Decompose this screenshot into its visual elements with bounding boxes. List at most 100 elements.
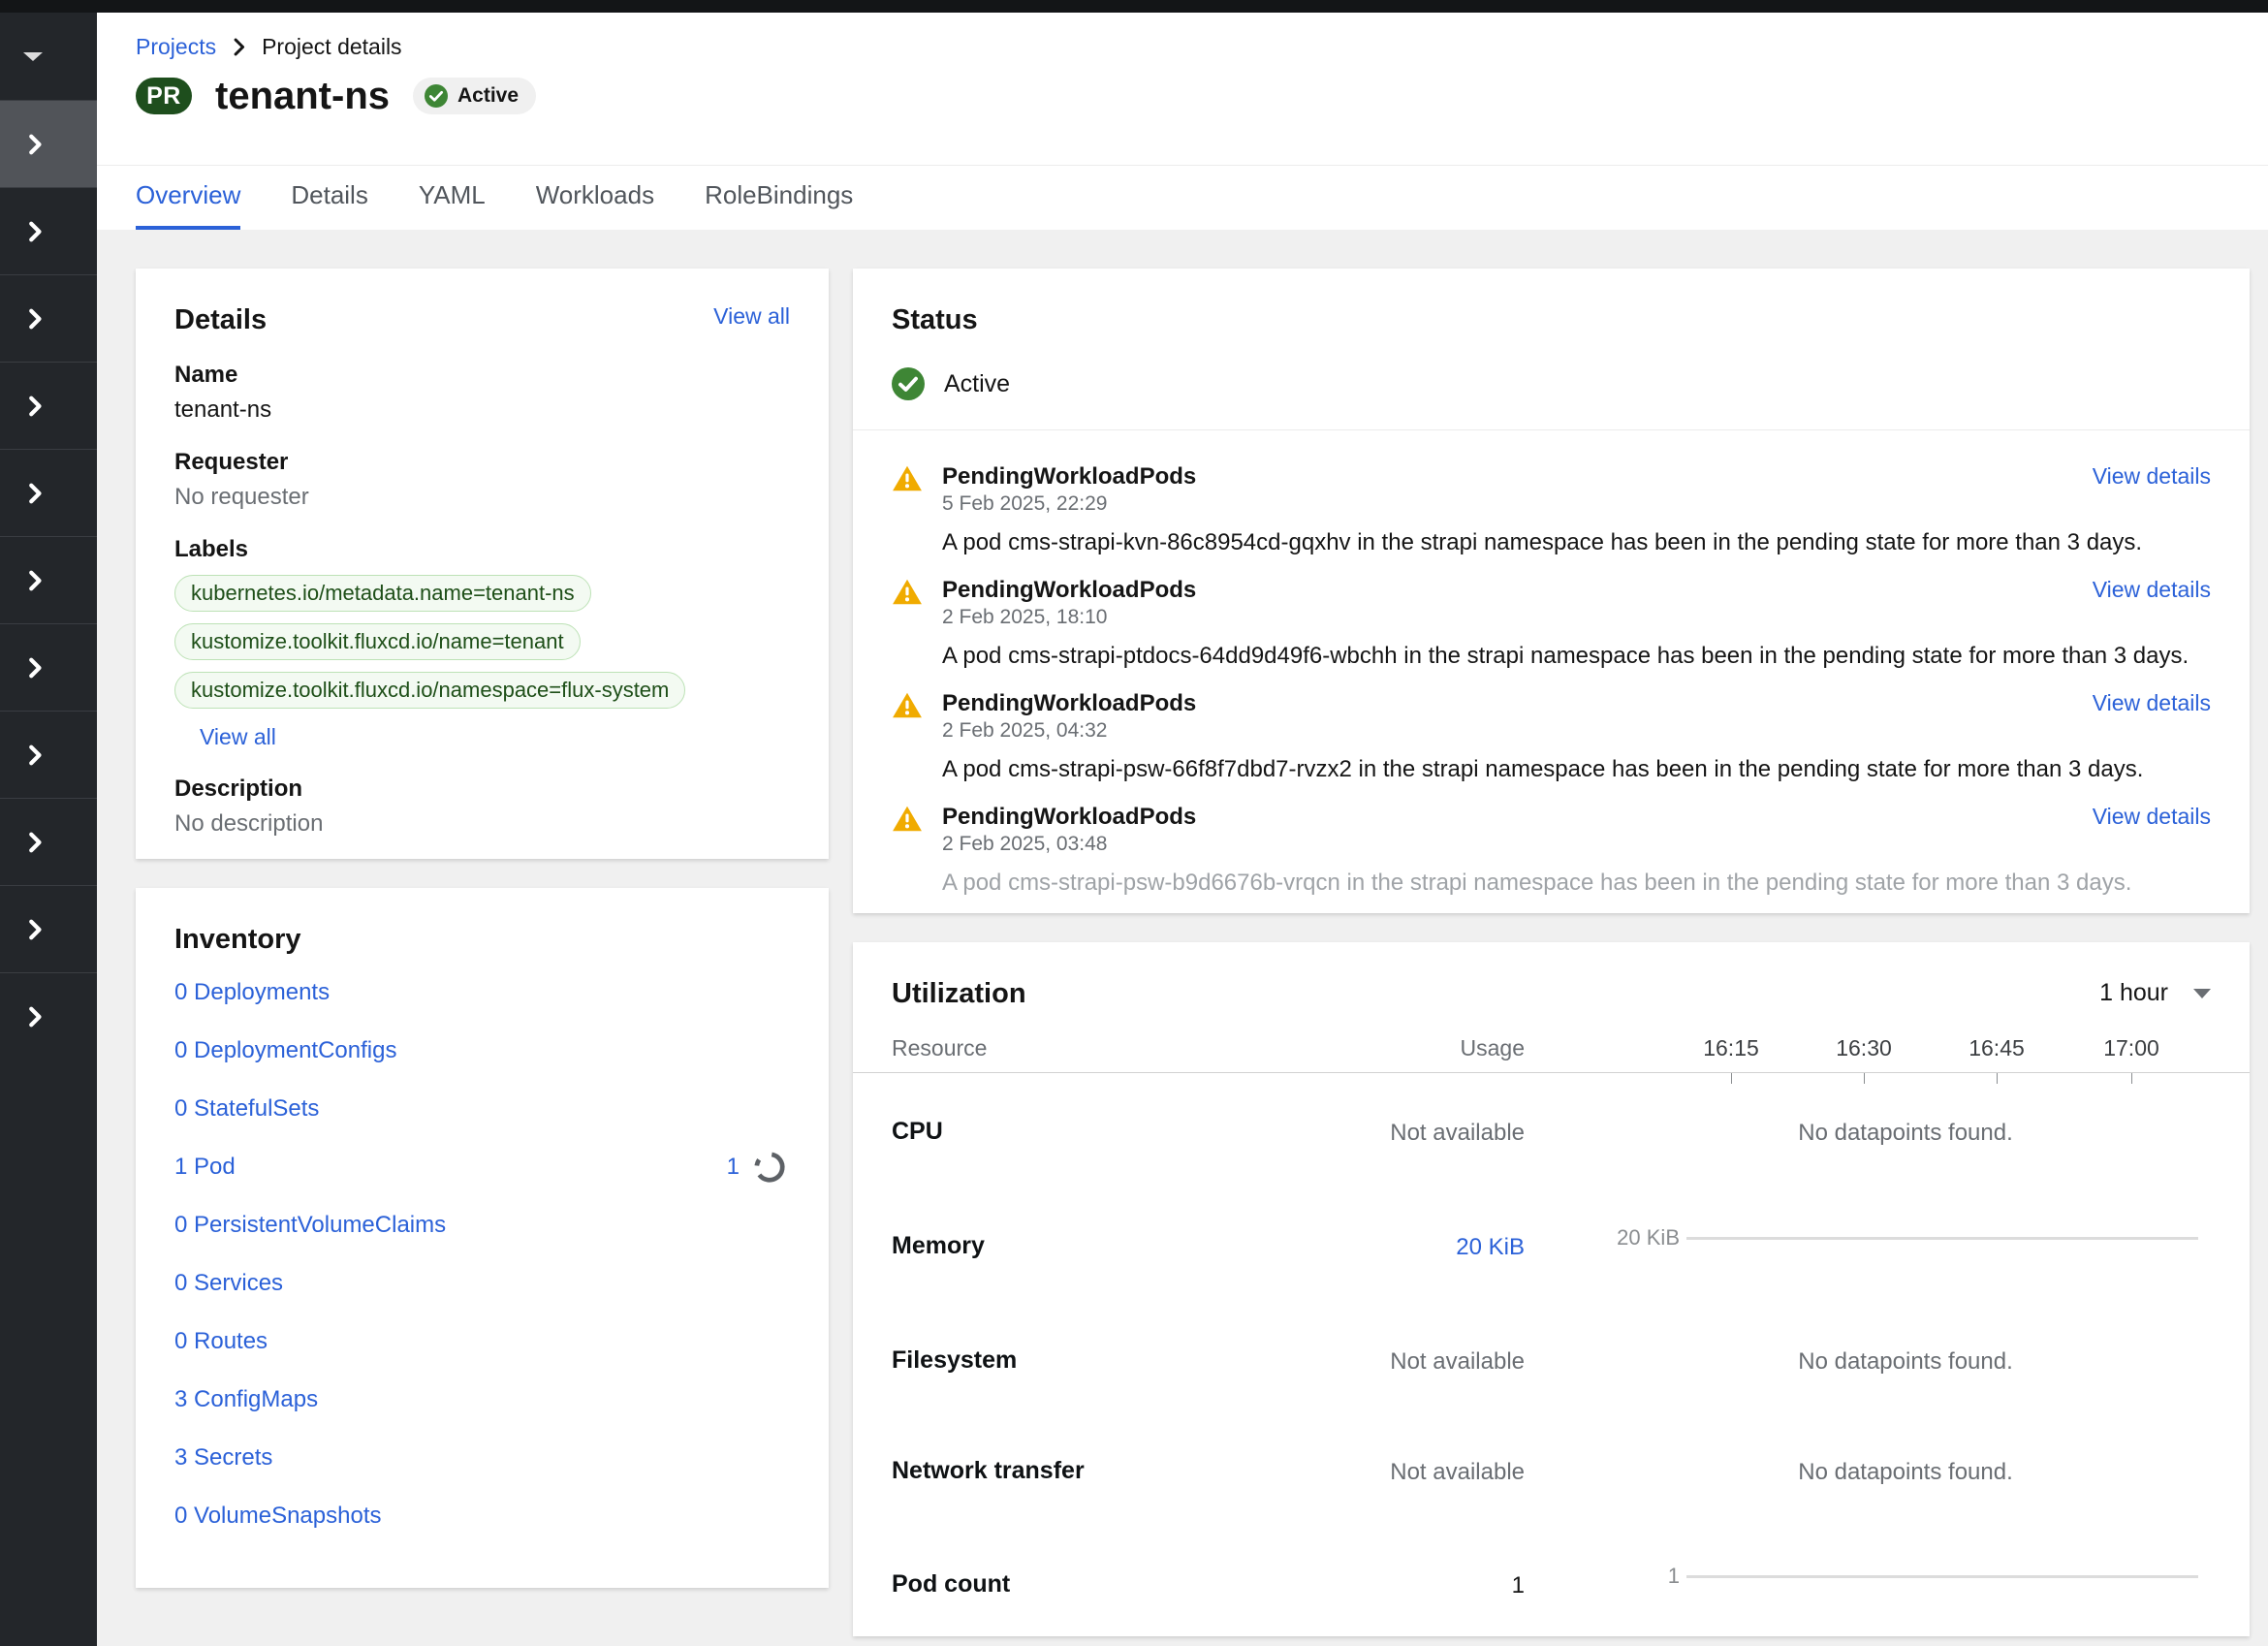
alert-timestamp: 2 Feb 2025, 04:32 xyxy=(942,719,2211,743)
inventory-link[interactable]: 3 ConfigMaps xyxy=(174,1386,318,1413)
time-tick-mark xyxy=(1997,1072,1998,1084)
sidebar-item-11[interactable] xyxy=(0,972,97,1060)
inventory-link[interactable]: 0 DeploymentConfigs xyxy=(174,1037,396,1064)
inventory-item: 0 PersistentVolumeClaims xyxy=(174,1196,790,1254)
alert-message: A pod cms-strapi-kvn-86c8954cd-gqxhv in … xyxy=(942,529,2211,556)
breadcrumb-current: Project details xyxy=(262,34,401,60)
chevron-right-icon xyxy=(23,831,47,854)
axis-rule xyxy=(853,1072,2250,1073)
pod-count-value[interactable]: 1 xyxy=(727,1154,740,1181)
status-card: Status Active PendingWorkloadPods5 Feb 2… xyxy=(853,269,2250,913)
donut-chart-icon xyxy=(753,1151,786,1184)
sidebar-item-5[interactable] xyxy=(0,449,97,536)
inventory-item: 0 VolumeSnapshots xyxy=(174,1487,790,1545)
sidebar-item-1[interactable] xyxy=(0,100,97,187)
alerts-list: PendingWorkloadPods5 Feb 2025, 22:29A po… xyxy=(892,463,2211,897)
tab-workloads[interactable]: Workloads xyxy=(536,180,654,230)
time-tick-label: 17:00 xyxy=(2083,1035,2180,1061)
alert-timestamp: 2 Feb 2025, 03:48 xyxy=(942,833,2211,856)
field-value-name: tenant-ns xyxy=(174,396,790,424)
details-view-all-link[interactable]: View all xyxy=(713,303,790,330)
pod-status-summary: 1 xyxy=(727,1151,786,1184)
alert-name: PendingWorkloadPods xyxy=(942,690,2211,717)
sidebar-item-0[interactable] xyxy=(0,13,97,100)
usage-value: Not available xyxy=(1331,1348,1525,1376)
sidebar-item-8[interactable] xyxy=(0,711,97,798)
chevron-right-icon xyxy=(23,1005,47,1029)
breadcrumb: Projects Project details xyxy=(136,34,402,60)
check-circle-icon xyxy=(892,367,925,400)
field-label-description: Description xyxy=(174,776,790,803)
time-tick-label: 16:30 xyxy=(1815,1035,1912,1061)
utilization-card-title: Utilization xyxy=(892,977,1026,1010)
sidebar-item-6[interactable] xyxy=(0,536,97,623)
alert-item: PendingWorkloadPods2 Feb 2025, 18:10 A po… xyxy=(892,577,2211,670)
column-header-usage: Usage xyxy=(1331,1035,1525,1061)
time-tick-mark xyxy=(2131,1072,2132,1084)
project-badge: PR xyxy=(136,78,192,114)
breadcrumb-projects-link[interactable]: Projects xyxy=(136,34,216,60)
alert-timestamp: 2 Feb 2025, 18:10 xyxy=(942,606,2211,629)
time-range-dropdown[interactable]: 1 hour xyxy=(2099,979,2211,1007)
view-details-link[interactable]: View details xyxy=(2093,690,2211,716)
caret-down-icon xyxy=(23,52,43,61)
no-data-message: No datapoints found. xyxy=(1609,1348,2202,1376)
field-label-requester: Requester xyxy=(174,449,790,476)
tab-bar: Overview Details YAML Workloads RoleBindings xyxy=(136,180,853,230)
angle-right-icon xyxy=(232,38,246,56)
label-pill[interactable]: kustomize.toolkit.fluxcd.io/namespace=fl… xyxy=(174,672,685,709)
inventory-list: 0 Deployments 0 DeploymentConfigs 0 Statef… xyxy=(174,964,790,1545)
usage-value-link[interactable]: 20 KiB xyxy=(1331,1234,1525,1261)
labels-view-all-link[interactable]: View all xyxy=(200,724,276,750)
caret-down-icon xyxy=(2193,989,2211,998)
field-label-name: Name xyxy=(174,362,790,389)
inventory-link[interactable]: 0 VolumeSnapshots xyxy=(174,1503,381,1530)
inventory-link[interactable]: 0 Services xyxy=(174,1270,283,1297)
inventory-link[interactable]: 0 Routes xyxy=(174,1328,268,1355)
tab-yaml[interactable]: YAML xyxy=(419,180,486,230)
warning-triangle-icon xyxy=(892,805,923,833)
alert-item: PendingWorkloadPods2 Feb 2025, 03:48A po… xyxy=(892,804,2211,897)
chevron-right-icon xyxy=(23,220,47,243)
sidebar-item-10[interactable] xyxy=(0,885,97,972)
project-status-label: Active xyxy=(944,370,1010,398)
alert-item: PendingWorkloadPods5 Feb 2025, 22:29A po… xyxy=(892,463,2211,556)
view-details-link[interactable]: View details xyxy=(2093,463,2211,490)
status-badge-label: Active xyxy=(457,84,519,108)
label-pill[interactable]: kubernetes.io/metadata.name=tenant-ns xyxy=(174,575,591,612)
tab-details[interactable]: Details xyxy=(291,180,367,230)
view-details-link[interactable]: View details xyxy=(2093,577,2211,603)
tab-rolebindings[interactable]: RoleBindings xyxy=(705,180,853,230)
no-data-message: No datapoints found. xyxy=(1609,1459,2202,1486)
details-card: Details View all Name tenant-ns Requeste… xyxy=(136,269,829,859)
sidebar-item-9[interactable] xyxy=(0,798,97,885)
inventory-link[interactable]: 1 Pod xyxy=(174,1154,236,1181)
chevron-right-icon xyxy=(23,133,47,156)
inventory-link[interactable]: 0 Deployments xyxy=(174,979,330,1006)
label-pill[interactable]: kustomize.toolkit.fluxcd.io/name=tenant xyxy=(174,623,581,660)
status-card-title: Status xyxy=(892,303,2211,336)
usage-value: 1 xyxy=(1331,1572,1525,1599)
view-details-link[interactable]: View details xyxy=(2093,804,2211,830)
inventory-link[interactable]: 0 PersistentVolumeClaims xyxy=(174,1212,446,1239)
sidebar-item-7[interactable] xyxy=(0,623,97,711)
alert-name: PendingWorkloadPods xyxy=(942,804,2211,831)
inventory-card: Inventory 0 Deployments0 DeploymentConfi… xyxy=(136,888,829,1588)
chevron-right-icon xyxy=(23,482,47,505)
resource-name: Pod count xyxy=(892,1570,1010,1599)
inventory-link[interactable]: 0 StatefulSets xyxy=(174,1095,319,1123)
alert-message: A pod cms-strapi-ptdocs-64dd9d49f6-wbchh… xyxy=(942,643,2211,670)
sparkline xyxy=(1686,1575,2198,1578)
sparkline-label: 1 xyxy=(1668,1564,1680,1589)
resource-name: Memory xyxy=(892,1232,985,1260)
alert-message: A pod cms-strapi-psw-66f8f7dbd7-rvzx2 in… xyxy=(942,756,2211,783)
alert-name: PendingWorkloadPods xyxy=(942,577,2211,604)
warning-triangle-icon xyxy=(892,578,923,606)
tab-overview[interactable]: Overview xyxy=(136,180,240,230)
sidebar-item-4[interactable] xyxy=(0,362,97,449)
status-badge: Active xyxy=(413,78,536,114)
inventory-link[interactable]: 3 Secrets xyxy=(174,1444,272,1472)
inventory-item: 0 Routes xyxy=(174,1313,790,1371)
sidebar-item-2[interactable] xyxy=(0,187,97,274)
sidebar-item-3[interactable] xyxy=(0,274,97,362)
